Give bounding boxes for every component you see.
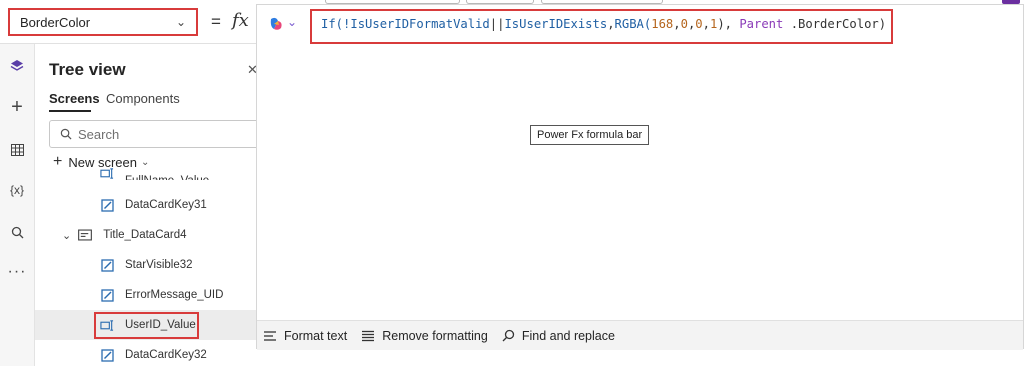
layers-icon[interactable] xyxy=(5,56,29,76)
tree-row-label: DataCardKey32 xyxy=(125,349,207,361)
format-toolbar: Format text Remove formatting Find and r… xyxy=(257,320,1023,350)
selected-row-highlight xyxy=(94,312,199,339)
tree-row[interactable]: StarVisible32 xyxy=(35,250,256,280)
edit-icon xyxy=(100,198,114,212)
left-rail: + {x} ··· xyxy=(0,44,35,366)
tree-row-label: StarVisible32 xyxy=(125,259,193,271)
tree-row-label: Title_DataCard4 xyxy=(103,229,187,241)
formula-token: 0 xyxy=(680,17,688,31)
tree-view-title: Tree view xyxy=(49,60,126,79)
formula-panel: ⌄ If(!IsUserIDFormatValid||IsUserIDExist… xyxy=(256,4,1024,350)
tree-row[interactable]: FullName_Value xyxy=(35,162,256,180)
table-icon[interactable] xyxy=(5,140,29,160)
format-text-icon xyxy=(263,330,277,342)
formula-token: ), xyxy=(717,17,740,31)
remove-formatting-icon xyxy=(361,330,375,342)
edit-icon xyxy=(100,348,114,362)
property-dropdown-value: BorderColor xyxy=(20,14,91,30)
search-input[interactable]: Search xyxy=(49,120,256,148)
edit-icon xyxy=(100,288,114,302)
remove-formatting-label: Remove formatting xyxy=(382,328,488,343)
remove-formatting-button[interactable]: Remove formatting xyxy=(361,329,488,343)
formula-bar-tooltip: Power Fx formula bar xyxy=(530,125,650,145)
formula-input[interactable]: If(!IsUserIDFormatValid||IsUserIDExists,… xyxy=(310,9,893,44)
more-icon[interactable]: ··· xyxy=(5,262,29,282)
tree-row-label: ErrorMessage_UID xyxy=(125,289,224,301)
formula-token: 0 xyxy=(695,17,703,31)
copilot-icon[interactable] xyxy=(268,16,284,32)
tree-row[interactable]: ⌄ Title_DataCard4 xyxy=(35,220,256,250)
chevron-down-icon[interactable]: ⌄ xyxy=(287,15,297,29)
edit-icon xyxy=(100,258,114,272)
formula-token: , xyxy=(673,17,681,31)
formula-token: RGBA( xyxy=(614,17,652,31)
property-dropdown[interactable]: BorderColor ⌄ xyxy=(8,8,198,36)
equals-sign: = xyxy=(211,12,221,31)
tree-row[interactable]: DataCardKey32 xyxy=(35,340,256,366)
formula-token: If(! xyxy=(321,17,351,31)
search-icon xyxy=(502,329,515,342)
tree-row-label: DataCardKey31 xyxy=(125,199,207,211)
search-icon[interactable] xyxy=(5,222,29,242)
formula-token: 168 xyxy=(651,17,674,31)
close-icon[interactable]: ✕ xyxy=(247,62,256,78)
formula-token: .BorderColor) xyxy=(783,17,887,31)
search-icon xyxy=(60,128,72,140)
tree-row[interactable]: DataCardKey31 xyxy=(35,190,256,220)
variables-icon[interactable]: {x} xyxy=(5,180,29,200)
formula-token: IsUserIDExists xyxy=(504,17,608,31)
formula-token: Parent xyxy=(739,17,784,31)
chevron-down-icon: ⌄ xyxy=(175,15,186,29)
format-text-button[interactable]: Format text xyxy=(263,329,347,343)
fx-icon[interactable]: fx xyxy=(232,10,249,31)
input-icon xyxy=(100,166,114,180)
formula-token: IsUserIDFormatValid xyxy=(350,17,490,31)
tree-row-label: FullName_Value xyxy=(125,175,209,180)
formula-token: , xyxy=(702,17,710,31)
format-text-label: Format text xyxy=(284,328,348,343)
formula-token: , xyxy=(607,17,615,31)
tab-components[interactable]: Components xyxy=(106,91,180,106)
card-icon xyxy=(78,228,93,242)
add-icon[interactable]: + xyxy=(5,96,29,118)
tree-view-panel: Tree view ✕ Screens Components Search + … xyxy=(35,44,256,366)
tab-screens[interactable]: Screens xyxy=(49,91,100,106)
chevron-down-icon[interactable]: ⌄ xyxy=(62,229,71,242)
tab-underline xyxy=(49,110,91,112)
tree-row[interactable]: ErrorMessage_UID xyxy=(35,280,256,310)
find-replace-button[interactable]: Find and replace xyxy=(502,329,615,343)
formula-token: || xyxy=(489,17,505,31)
search-placeholder: Search xyxy=(78,126,120,142)
find-replace-label: Find and replace xyxy=(521,328,615,343)
